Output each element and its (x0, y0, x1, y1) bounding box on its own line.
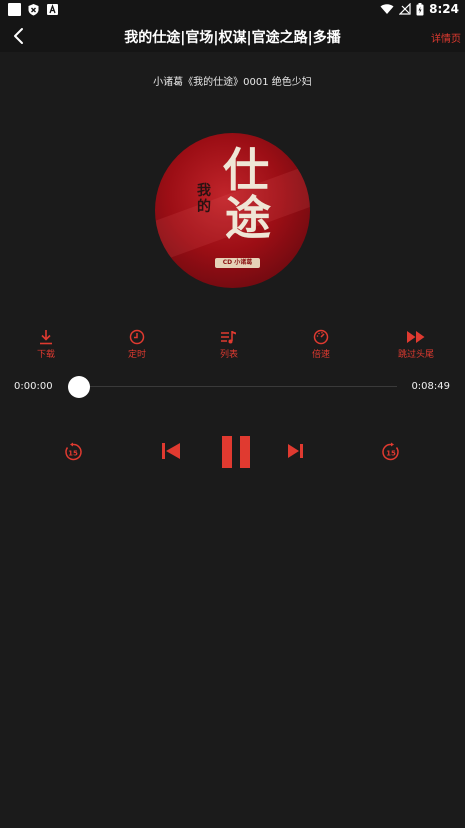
wifi-icon (380, 4, 394, 14)
download-button[interactable]: 下载 (16, 329, 76, 360)
current-time: 0:00:00 (14, 381, 53, 392)
action-row: 下载 定时 列表 倍速 跳过头尾 (0, 329, 465, 365)
clock-icon (129, 329, 145, 345)
cover-small-title: 我的 (197, 183, 211, 215)
episode-title: 小诸葛《我的仕途》0001 绝色少妇 (153, 77, 312, 88)
cover-tag: CD 小诸葛 (215, 258, 260, 268)
timer-label: 定时 (127, 350, 146, 360)
skip-intro-button[interactable]: 跳过头尾 (386, 329, 446, 360)
forward-15-button[interactable]: 15 (381, 442, 401, 462)
download-label: 下载 (36, 350, 55, 360)
notification-square-icon (8, 3, 21, 16)
download-icon (40, 330, 52, 345)
timer-button[interactable]: 定时 (107, 329, 167, 360)
progress-knob[interactable] (68, 376, 90, 398)
top-bar: 我的仕途|官场|权谋|官途之路|多播 详情页 (0, 20, 465, 52)
cover-char-1: 仕 (223, 143, 269, 197)
speed-button[interactable]: 倍速 (291, 329, 351, 360)
skip-intro-label: 跳过头尾 (397, 350, 434, 360)
rewind-15-button[interactable]: 15 (63, 442, 83, 462)
playback-controls: 15 15 (0, 430, 465, 474)
speed-label: 倍速 (311, 350, 330, 360)
total-time: 0:08:49 (411, 381, 450, 392)
cover-char-2: 途 (225, 191, 271, 245)
previous-button[interactable] (161, 442, 181, 460)
album-cover: 我的 仕 途 CD 小诸葛 (155, 133, 310, 288)
shield-x-icon (28, 4, 39, 16)
forward-15-label: 15 (386, 450, 396, 458)
playlist-label: 列表 (219, 350, 238, 360)
progress-track[interactable] (79, 386, 397, 387)
battery-icon (416, 2, 424, 15)
details-link[interactable]: 详情页 (431, 30, 461, 45)
rewind-15-label: 15 (68, 450, 78, 458)
speed-icon (313, 329, 329, 345)
skip-intro-icon (407, 331, 425, 343)
no-signal-icon (399, 3, 411, 15)
page-title: 我的仕途|官场|权谋|官途之路|多播 (124, 30, 341, 46)
status-bar: 8:24 (0, 0, 465, 20)
next-button[interactable] (287, 443, 304, 459)
app-a-icon (47, 4, 58, 15)
clock-time: 8:24 (429, 2, 459, 16)
playlist-icon (221, 331, 236, 344)
pause-button[interactable] (221, 435, 251, 469)
playlist-button[interactable]: 列表 (199, 329, 259, 360)
